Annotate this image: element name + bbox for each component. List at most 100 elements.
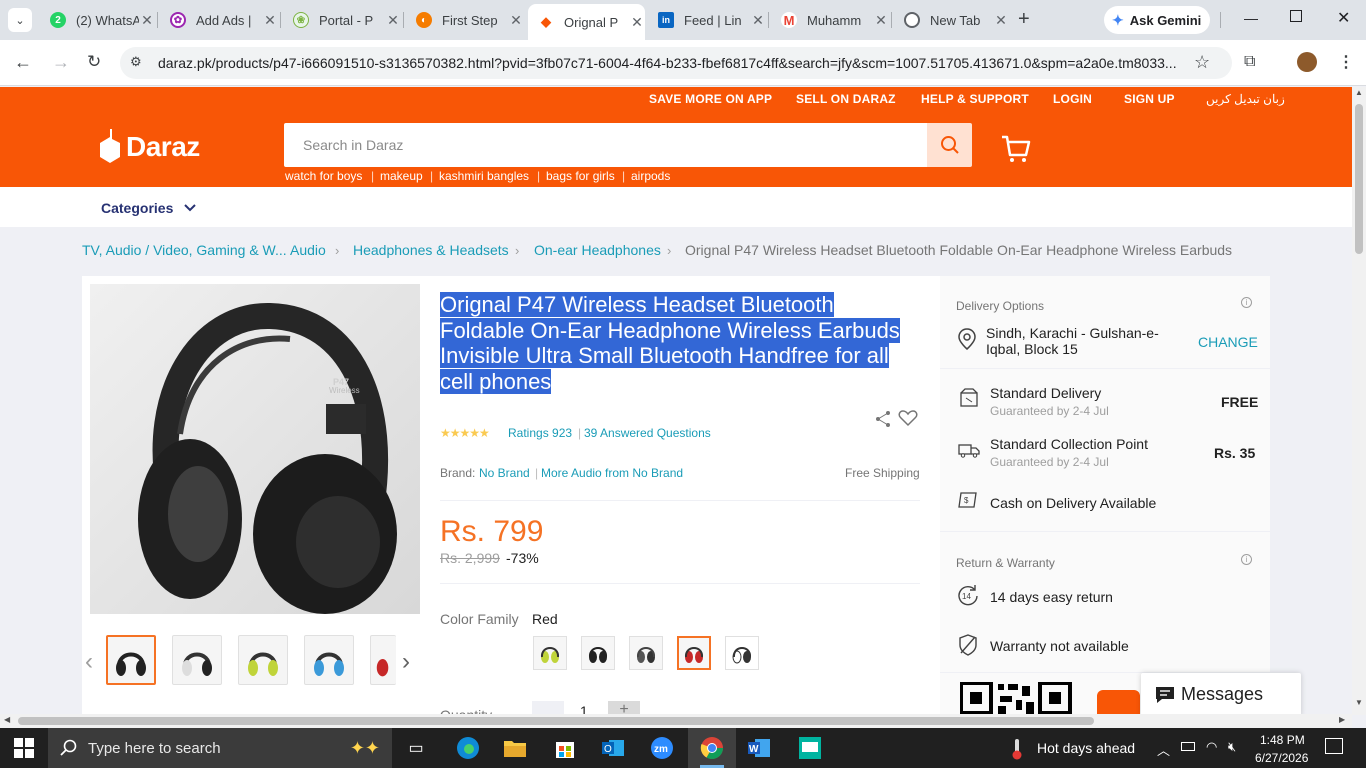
close-tab-icon[interactable]: ✕ [139,12,155,29]
taskbar-search-box[interactable]: Type here to search ✦✦ [48,728,392,768]
windows-start-icon[interactable] [14,738,34,763]
suggestion-link[interactable]: airpods [631,169,670,183]
messages-button[interactable]: Messages [1141,673,1301,716]
close-tab-icon[interactable]: ✕ [873,12,889,29]
breadcrumb-item[interactable]: Headphones & Headsets [353,242,509,258]
cart-button[interactable] [1000,134,1032,169]
chrome-icon[interactable] [698,734,726,762]
back-arrow-icon[interactable]: ← [14,52,32,73]
search-button[interactable] [927,123,972,167]
breadcrumb-item[interactable]: On-ear Headphones [534,242,661,258]
share-button[interactable] [874,410,892,433]
menu-dots-icon[interactable]: ⋮ [1338,52,1354,72]
word-icon[interactable]: W [745,734,773,762]
suggestion-link[interactable]: watch for boys [285,169,362,183]
tab-first-step[interactable]: ◐ First Step ✕ [406,6,524,34]
close-tab-icon[interactable]: ✕ [262,12,278,29]
close-tab-icon[interactable]: ✕ [993,12,1009,29]
scroll-right-arrow-icon[interactable]: ▶ [1339,715,1345,724]
forward-arrow-icon[interactable]: → [52,52,70,73]
site-info-icon[interactable]: ⚙ [130,54,148,72]
color-option-red[interactable] [677,636,711,670]
outlook-icon[interactable]: O [599,734,627,762]
thumb-next-chevron-icon[interactable]: › [402,648,410,676]
tab-add-ads[interactable]: ✿ Add Ads | ✕ [160,6,278,34]
tab-new-tab[interactable]: New Tab ✕ [894,6,1009,34]
notifications-icon[interactable] [1325,738,1343,754]
breadcrumb-item[interactable]: Audio [290,242,326,258]
change-location-link[interactable]: CHANGE [1198,334,1258,350]
tab-daraz-active[interactable]: ◆ Orignal P ✕ [528,4,645,40]
info-icon[interactable]: i [1241,554,1252,565]
info-icon[interactable]: i [1241,297,1252,308]
save-more-link[interactable]: SAVE MORE ON APP [649,92,772,106]
color-option-green[interactable] [533,636,567,670]
brand-link[interactable]: No Brand [479,466,530,480]
answered-questions-link[interactable]: 39 Answered Questions [584,426,711,440]
microsoft-store-icon[interactable] [551,734,579,762]
language-link[interactable]: زبان تبدیل کریں [1206,92,1285,106]
horizontal-scroll-thumb[interactable] [18,717,1094,725]
weather-text[interactable]: Hot days ahead [1037,740,1135,756]
clock-time[interactable]: 1:48 PM [1260,733,1305,747]
tab-linkedin[interactable]: in Feed | Lin ✕ [648,6,766,34]
new-tab-plus-icon[interactable]: + [1018,8,1030,30]
calendar-2024-icon[interactable] [796,734,824,762]
thumbnail-blue[interactable] [304,635,354,685]
suggestion-link[interactable]: bags for girls [546,169,615,183]
battery-icon[interactable] [1181,742,1195,751]
edge-icon[interactable] [454,734,482,762]
ask-gemini-button[interactable]: ✦ Ask Gemini [1104,6,1210,34]
restore-icon[interactable] [1290,10,1302,22]
tab-gmail[interactable]: M Muhamm ✕ [771,6,889,34]
tab-whatsapp[interactable]: 2 (2) WhatsApp ✕ [40,6,155,34]
product-title[interactable]: Orignal P47 Wireless Headset Bluetooth F… [440,292,910,394]
ratings-link[interactable]: Ratings 923 [508,426,572,440]
url-text[interactable]: daraz.pk/products/p47-i666091510-s313657… [158,55,1178,71]
close-tab-icon[interactable]: ✕ [750,12,766,29]
reload-icon[interactable]: ↻ [87,52,101,72]
clock-date[interactable]: 6/27/2026 [1255,751,1308,765]
profile-avatar[interactable] [1297,52,1317,72]
suggestion-link[interactable]: makeup [380,169,423,183]
volume-muted-icon[interactable]: 🔇︎ [1228,739,1236,755]
thumbnail-black[interactable] [106,635,156,685]
color-option-gray[interactable] [629,636,663,670]
suggestion-link[interactable]: kashmiri bangles [439,169,529,183]
extensions-icon[interactable]: ⧉ [1244,53,1255,71]
login-link[interactable]: LOGIN [1053,92,1092,106]
categories-dropdown[interactable]: Categories [101,200,197,216]
minimize-icon[interactable]: — [1244,10,1258,26]
breadcrumb-item[interactable]: TV, Audio / Video, Gaming & W... [82,242,287,258]
bookmark-star-icon[interactable]: ☆ [1194,52,1210,73]
daraz-logo[interactable]: Daraz [98,129,200,165]
scroll-left-arrow-icon[interactable]: ◀ [4,715,10,724]
scroll-down-arrow-icon[interactable]: ▼ [1355,698,1363,707]
color-option-black[interactable] [581,636,615,670]
wifi-icon[interactable]: ◠ [1206,739,1217,755]
zoom-icon[interactable]: zm [648,734,676,762]
close-tab-icon[interactable]: ✕ [508,12,524,29]
product-main-image[interactable]: P47 Wireless [90,284,420,614]
thumbnail-white[interactable] [172,635,222,685]
tab-portal[interactable]: ❀ Portal - P ✕ [283,6,401,34]
help-link[interactable]: HELP & SUPPORT [921,92,1029,106]
close-tab-icon[interactable]: ✕ [629,14,645,31]
wishlist-button[interactable] [898,409,918,432]
thumbnail-green[interactable] [238,635,288,685]
show-hidden-icons-chevron-icon[interactable]: ︿ [1157,740,1170,759]
thumb-prev-chevron-icon[interactable]: ‹ [85,648,93,676]
task-view-icon[interactable]: ▭ [402,734,430,762]
vertical-scroll-thumb[interactable] [1355,104,1363,254]
signup-link[interactable]: SIGN UP [1124,92,1175,106]
thumbnail-red[interactable] [370,635,396,685]
more-from-brand-link[interactable]: More Audio from No Brand [541,466,683,480]
search-input[interactable]: Search in Daraz [284,123,927,167]
tab-search-icon[interactable]: ⌄ [8,8,32,32]
file-explorer-icon[interactable] [501,734,529,762]
color-option-white[interactable] [725,636,759,670]
close-tab-icon[interactable]: ✕ [385,12,401,29]
close-window-icon[interactable]: ✕ [1337,8,1350,28]
sell-link[interactable]: SELL ON DARAZ [796,92,896,106]
scroll-up-arrow-icon[interactable]: ▲ [1355,88,1363,97]
